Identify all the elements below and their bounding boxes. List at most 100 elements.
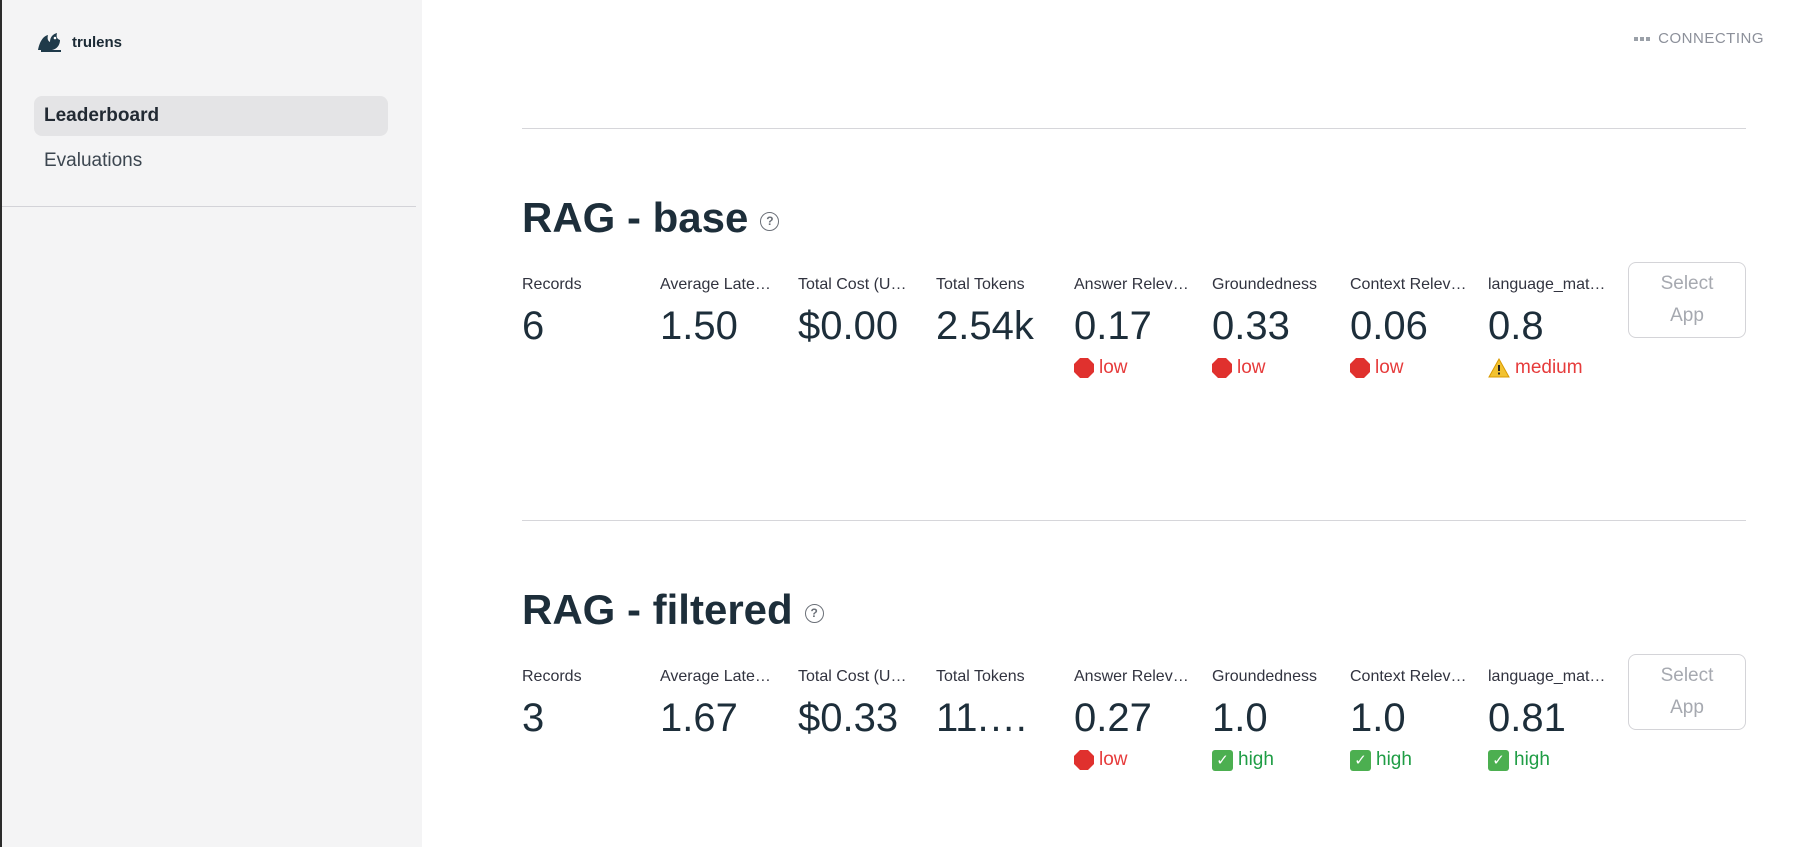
select-app-button[interactable]: Select App [1628, 262, 1746, 338]
metric-value: 1.0 [1212, 696, 1268, 740]
metric-value: 11.34k [936, 696, 1042, 740]
metric-value: 1.67 [660, 696, 738, 740]
status-dots-icon [1634, 36, 1651, 41]
app-card: RAG - base? Records 6 Average Latency (Seco… [522, 194, 1746, 378]
select-app-button[interactable]: Select App [1628, 654, 1746, 730]
metric-value: $0.00 [798, 304, 899, 348]
metric-label: Answer Relevance [1074, 276, 1192, 293]
metric-label: Records [522, 276, 582, 293]
sidebar-nav: Leaderboard Evaluations [34, 96, 388, 186]
metric-value: 0.27 [1074, 696, 1152, 740]
connection-status: CONNECTING [1634, 30, 1764, 47]
metric-label: Total Tokens [936, 276, 1025, 293]
app-card: RAG - filtered? Records 3 Average Latency (… [522, 586, 1746, 771]
metric-label: Average Latency (Seconds) [660, 276, 778, 293]
metric: Groundedness 0.33 low [1212, 276, 1350, 379]
metric-label: Total Tokens [936, 668, 1025, 685]
check-icon: ✓ [1488, 749, 1509, 771]
status-text: CONNECTING [1658, 30, 1764, 47]
metric-delta-text: low [1099, 749, 1128, 770]
metrics-row: Records 6 Average Latency (Seconds) 1.50 Tot… [522, 276, 1626, 379]
metric-value: 0.81 [1488, 696, 1566, 740]
metric-label: Groundedness [1212, 276, 1317, 293]
metric-label: language_match [1488, 276, 1606, 293]
metric: Answer Relevance 0.27 low [1074, 668, 1212, 771]
metric-value: 2.54k [936, 304, 1034, 348]
metric-delta-text: high [1376, 749, 1412, 770]
metric-value: 0.33 [1212, 304, 1290, 348]
metric-label: Total Cost (USD) [798, 668, 916, 685]
select-app-line1: Select [1660, 665, 1714, 686]
metric-delta: ✓ high [1488, 749, 1626, 771]
brand-name: trulens [72, 33, 123, 51]
metric-value: 1.0 [1350, 696, 1406, 740]
metric-delta-text: low [1099, 357, 1128, 378]
divider [522, 520, 1746, 521]
metric: Total Cost (USD) $0.00 [798, 276, 936, 379]
metric: Total Tokens 2.54k [936, 276, 1074, 379]
metric: Records 3 [522, 668, 660, 771]
metric-label: Records [522, 668, 582, 685]
metric-delta-text: low [1375, 357, 1404, 378]
stop-sign-icon [1350, 358, 1370, 378]
metric-delta: ✓ high [1350, 749, 1488, 771]
metric-delta-text: high [1238, 749, 1274, 770]
metric: Total Cost (USD) $0.33 [798, 668, 936, 771]
select-app-line2: App [1670, 305, 1704, 326]
divider [522, 128, 1746, 129]
metric-value: 1.50 [660, 304, 738, 348]
metric-delta: low [1074, 357, 1212, 379]
metrics-row: Records 3 Average Latency (Seconds) 1.67 Tot… [522, 668, 1626, 771]
trulens-logo-icon [38, 33, 61, 52]
metric: Average Latency (Seconds) 1.50 [660, 276, 798, 379]
metric-label: Total Cost (USD) [798, 276, 916, 293]
metric-delta-text: low [1237, 357, 1266, 378]
metric: Answer Relevance 0.17 low [1074, 276, 1212, 379]
metric-label: Groundedness [1212, 668, 1317, 685]
metric: Context Relevance 1.0 ✓high [1350, 668, 1488, 771]
metric: Records 6 [522, 276, 660, 379]
metric: Average Latency (Seconds) 1.67 [660, 668, 798, 771]
check-icon: ✓ [1350, 749, 1371, 771]
metric-delta-text: high [1514, 749, 1550, 770]
sidebar-item-evaluations[interactable]: Evaluations [34, 141, 388, 181]
metric: Groundedness 1.0 ✓ high [1212, 668, 1350, 771]
sidebar-item-leaderboard[interactable]: Leaderboard [34, 96, 388, 136]
brand-logo[interactable]: trulens [36, 30, 122, 54]
metric-label: Context Relevance [1350, 668, 1468, 685]
metric-value: 0.17 [1074, 304, 1152, 348]
metric-delta: ✓ high [1212, 749, 1350, 771]
select-app-line1: Select [1660, 273, 1714, 294]
sidebar: trulens Leaderboard Evaluations [0, 0, 422, 847]
select-app-line2: App [1670, 697, 1704, 718]
metric-value: 3 [522, 696, 545, 740]
metric-value: 0.06 [1350, 304, 1428, 348]
metric-label: Context Relevance [1350, 276, 1468, 293]
metric-delta: low [1350, 357, 1488, 379]
metric-label: Answer Relevance [1074, 668, 1192, 685]
app-title: RAG - base? [522, 194, 1746, 242]
metric-label: Average Latency (Seconds) [660, 668, 778, 685]
metric-delta: low [1074, 749, 1212, 771]
warning-icon [1488, 358, 1510, 378]
metric: language_match 0.81 ✓ high [1488, 668, 1626, 771]
metric-delta-text: medium [1515, 357, 1583, 378]
stop-sign-icon [1074, 358, 1094, 378]
metric: Context Relevance 0.06 low [1350, 276, 1488, 379]
stop-sign-icon [1212, 358, 1232, 378]
metric: Total Tokens 11.34k [936, 668, 1074, 771]
metric-value: 6 [522, 304, 545, 348]
metric: language_match 0.8 medium [1488, 276, 1626, 379]
app-title-text: RAG - base [522, 194, 749, 241]
check-icon: ✓ [1212, 749, 1233, 771]
metric-value: 0.8 [1488, 304, 1544, 348]
stop-sign-icon [1074, 750, 1094, 770]
help-icon[interactable]: ? [760, 211, 780, 231]
app-title-text: RAG - filtered [522, 586, 793, 633]
sidebar-divider [2, 206, 416, 207]
metric-label: language_match [1488, 668, 1606, 685]
metric-value: $0.33 [798, 696, 899, 740]
app-title: RAG - filtered? [522, 586, 1746, 634]
metric-delta: low [1212, 357, 1350, 379]
help-icon[interactable]: ? [804, 603, 824, 623]
